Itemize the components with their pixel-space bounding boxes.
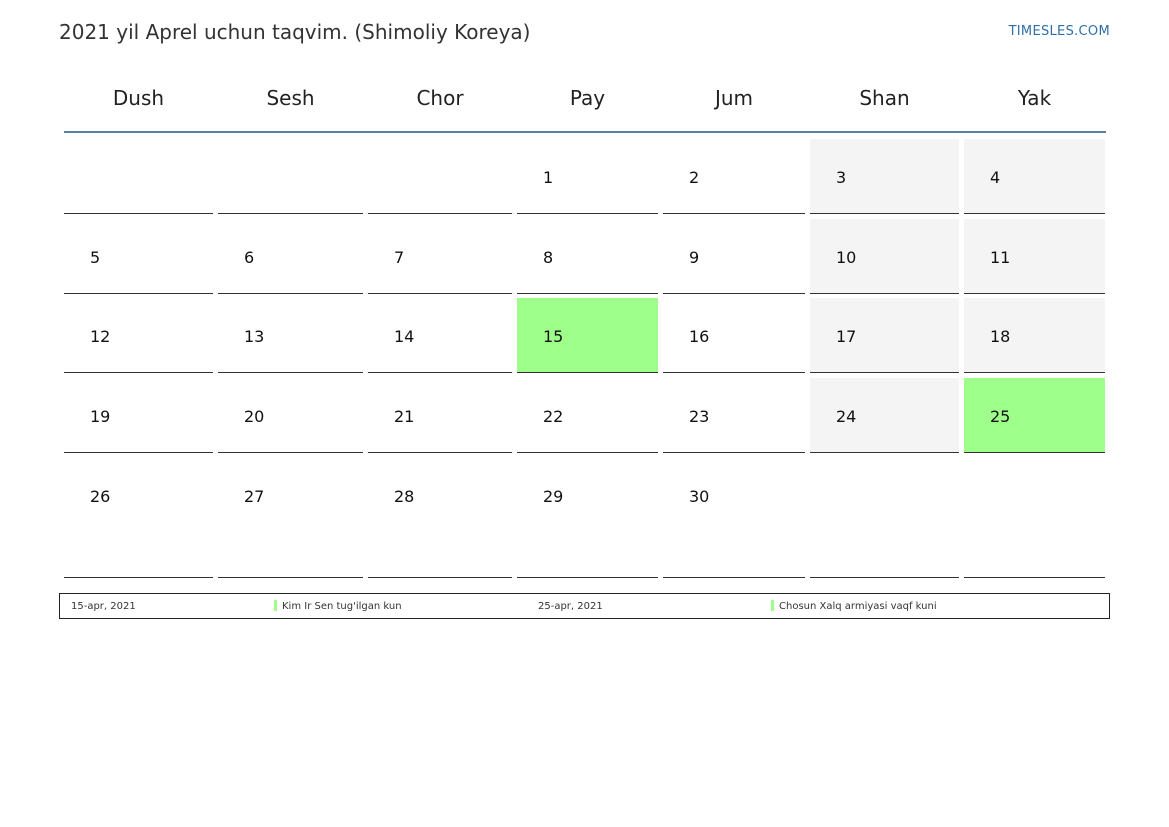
day-cell-21: 21 <box>368 378 512 453</box>
day-cell-15: 15 <box>517 298 658 373</box>
day-number: 25 <box>990 407 1011 426</box>
calendar-grid: 1 2 3 4 5 6 7 8 9 10 11 12 13 14 15 16 17 18 19 20 21 22 23 24 2… <box>0 0 1169 827</box>
day-number: 14 <box>394 327 415 346</box>
day-cell-8: 8 <box>517 219 658 294</box>
day-number: 17 <box>836 327 857 346</box>
day-cell-26: 26 <box>64 458 213 578</box>
day-cell-25: 25 <box>964 378 1105 453</box>
day-number: 16 <box>689 327 710 346</box>
day-number: 12 <box>90 327 111 346</box>
day-cell-13: 13 <box>218 298 363 373</box>
day-number: 26 <box>90 487 111 506</box>
day-number: 20 <box>244 407 265 426</box>
day-cell-6: 6 <box>218 219 363 294</box>
day-cell-20: 20 <box>218 378 363 453</box>
legend-color-marker-1 <box>274 600 277 611</box>
day-cell-5: 5 <box>64 219 213 294</box>
day-cell-30: 30 <box>663 458 805 578</box>
legend-name-1: Kim Ir Sen tug'ilgan kun <box>282 601 402 612</box>
day-number: 19 <box>90 407 111 426</box>
day-cell-10: 10 <box>810 219 959 294</box>
day-cell-12: 12 <box>64 298 213 373</box>
day-number: 3 <box>836 168 847 187</box>
day-number: 24 <box>836 407 857 426</box>
day-cell-18: 18 <box>964 298 1105 373</box>
day-number: 1 <box>543 168 554 187</box>
holiday-legend: 15-apr, 2021 Kim Ir Sen tug'ilgan kun 25… <box>59 593 1110 619</box>
empty-day-cell <box>810 458 959 578</box>
day-cell-29: 29 <box>517 458 658 578</box>
day-cell-16: 16 <box>663 298 805 373</box>
empty-day-cell <box>964 458 1105 578</box>
day-number: 15 <box>543 327 564 346</box>
legend-name-2: Chosun Xalq armiyasi vaqf kuni <box>779 601 937 612</box>
legend-color-marker-2 <box>771 600 774 611</box>
day-cell-14: 14 <box>368 298 512 373</box>
day-cell-7: 7 <box>368 219 512 294</box>
day-number: 4 <box>990 168 1001 187</box>
day-cell-1: 1 <box>517 139 658 214</box>
day-cell-22: 22 <box>517 378 658 453</box>
day-number: 27 <box>244 487 265 506</box>
day-cell-23: 23 <box>663 378 805 453</box>
legend-date-2: 25-apr, 2021 <box>538 601 603 612</box>
day-cell-4: 4 <box>964 139 1105 214</box>
day-number: 18 <box>990 327 1011 346</box>
empty-day-cell <box>218 139 363 214</box>
day-cell-11: 11 <box>964 219 1105 294</box>
legend-date-1: 15-apr, 2021 <box>71 601 136 612</box>
day-number: 22 <box>543 407 564 426</box>
day-number: 8 <box>543 248 554 267</box>
day-cell-24: 24 <box>810 378 959 453</box>
day-number: 28 <box>394 487 415 506</box>
day-number: 9 <box>689 248 700 267</box>
day-number: 30 <box>689 487 710 506</box>
day-number: 29 <box>543 487 564 506</box>
day-cell-19: 19 <box>64 378 213 453</box>
day-number: 23 <box>689 407 710 426</box>
day-number: 10 <box>836 248 857 267</box>
day-cell-2: 2 <box>663 139 805 214</box>
day-number: 11 <box>990 248 1011 267</box>
day-number: 13 <box>244 327 265 346</box>
day-cell-9: 9 <box>663 219 805 294</box>
day-number: 2 <box>689 168 700 187</box>
day-cell-17: 17 <box>810 298 959 373</box>
day-number: 7 <box>394 248 405 267</box>
day-number: 5 <box>90 248 101 267</box>
day-number: 6 <box>244 248 255 267</box>
day-number: 21 <box>394 407 415 426</box>
day-cell-27: 27 <box>218 458 363 578</box>
day-cell-28: 28 <box>368 458 512 578</box>
empty-day-cell <box>368 139 512 214</box>
day-cell-3: 3 <box>810 139 959 214</box>
empty-day-cell <box>64 139 213 214</box>
